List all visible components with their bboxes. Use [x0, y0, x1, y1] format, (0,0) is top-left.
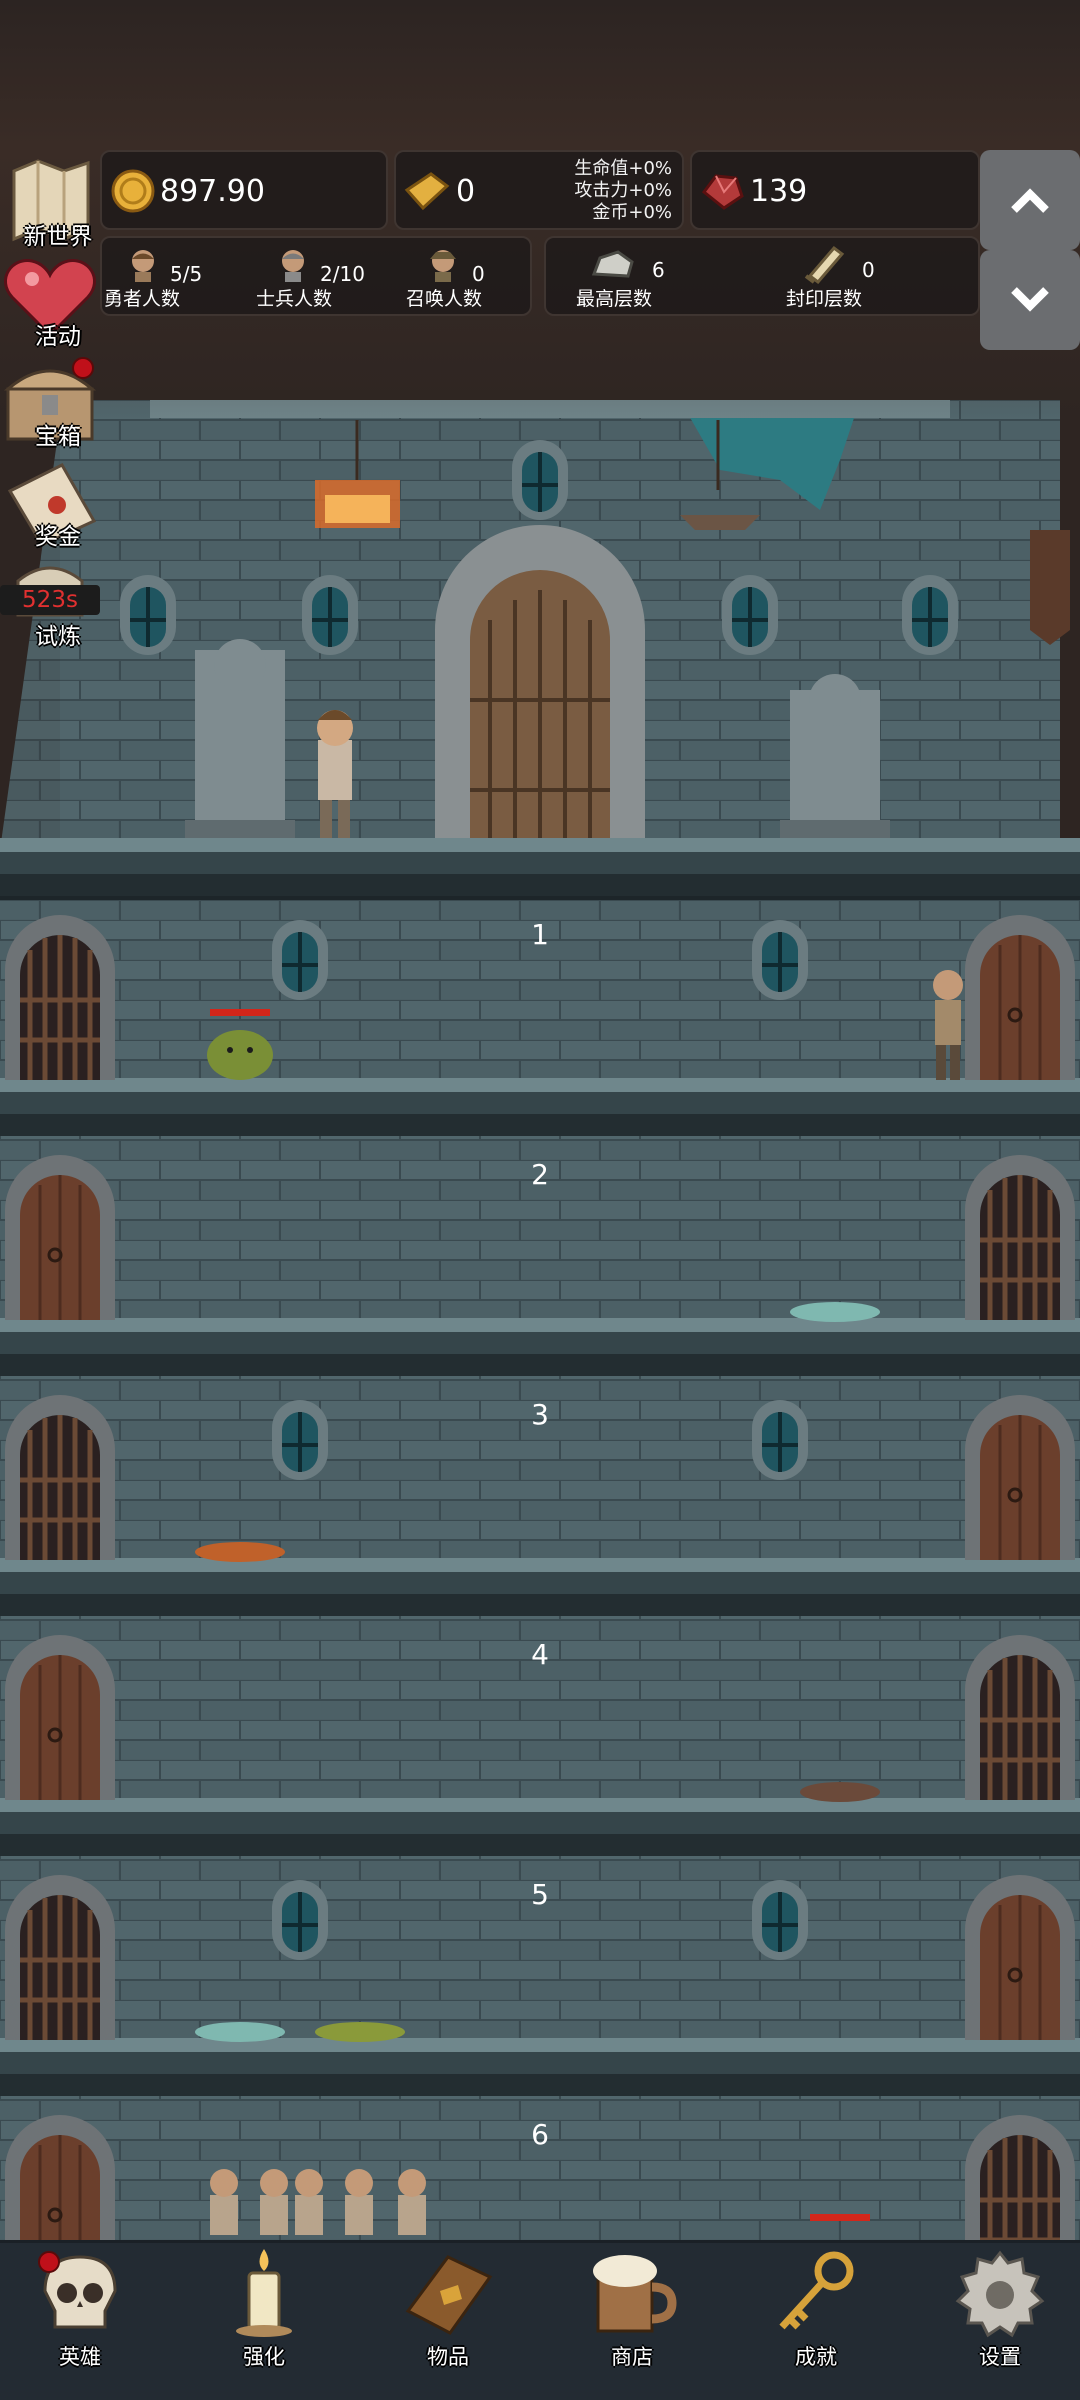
scroll-icon — [804, 245, 845, 284]
heroes-alert-dot — [38, 2251, 60, 2273]
gold-bar-amount: 0 — [456, 174, 476, 209]
floor-number-5: 5 — [531, 1878, 549, 1911]
summon-count-label: 召唤人数 — [406, 288, 483, 310]
trial-timer-badge: 523s — [0, 585, 100, 615]
gem-panel: 139 — [690, 150, 980, 230]
sealed-floors-label: 封印层数 — [786, 288, 863, 310]
menu-chest[interactable]: 宝箱 — [0, 355, 105, 450]
floor-number-4: 4 — [531, 1638, 549, 1671]
scroll-down-button[interactable] — [980, 250, 1080, 350]
soldier-count: 2/10 — [320, 262, 365, 286]
candle-icon — [236, 2249, 292, 2337]
beer-mug-icon — [593, 2255, 677, 2333]
bonus-attack: 攻击力+0% — [574, 180, 672, 201]
sealed-floors: 0 — [862, 258, 875, 282]
bonus-gold: 金币+0% — [592, 202, 672, 223]
rock-icon — [591, 250, 634, 278]
gold-coin-icon — [111, 169, 155, 213]
book-icon — [405, 2255, 493, 2335]
nav-items-label: 物品 — [427, 2345, 469, 2369]
menu-events-label: 活动 — [35, 324, 81, 350]
gold-amount: 897.90 — [160, 174, 265, 209]
nav-items[interactable]: 物品 — [378, 2243, 518, 2400]
summon-head-icon — [430, 250, 456, 282]
scroll-up-button[interactable] — [980, 150, 1080, 250]
highest-floor-label: 最高层数 — [576, 288, 653, 310]
menu-new-world[interactable]: 新世界 — [0, 155, 105, 250]
summon-count: 0 — [472, 262, 485, 286]
bonus-stats: 生命值+0% 攻击力+0% 金币+0% — [574, 158, 672, 224]
gem-amount: 139 — [750, 174, 808, 209]
menu-bonus-label: 奖金 — [35, 524, 81, 550]
bottom-nav: 英雄 强化 物品 商店 成就 设置 — [0, 2240, 1080, 2400]
soldier-count-label: 士兵人数 — [256, 288, 333, 310]
red-gem-icon — [701, 174, 744, 210]
trial-timer: 523s — [22, 587, 78, 613]
nav-achievements[interactable]: 成就 — [746, 2243, 886, 2400]
chest-alert-dot — [72, 357, 94, 379]
floor-number-3: 3 — [531, 1398, 549, 1431]
nav-heroes[interactable]: 英雄 — [10, 2243, 150, 2400]
dungeon-scene — [0, 0, 1080, 2400]
highest-floor: 6 — [652, 258, 665, 282]
nav-settings[interactable]: 设置 — [930, 2243, 1070, 2400]
nav-shop-label: 商店 — [611, 2345, 653, 2369]
gold-bar-panel: 0 生命值+0% 攻击力+0% 金币+0% — [394, 150, 684, 230]
nav-shop[interactable]: 商店 — [562, 2243, 702, 2400]
gear-icon — [955, 2250, 1045, 2338]
menu-chest-label: 宝箱 — [35, 424, 81, 450]
floor-number-1: 1 — [531, 918, 549, 951]
hero-count: 5/5 — [170, 262, 203, 286]
hero-head-icon — [132, 250, 154, 282]
nav-enhance-label: 强化 — [243, 2345, 285, 2369]
gold-bar-icon — [404, 172, 450, 211]
menu-bonus[interactable]: 奖金 — [0, 455, 105, 550]
floor-number-2: 2 — [531, 1158, 549, 1191]
floor-number-6: 6 — [531, 2118, 549, 2151]
bonus-hp: 生命值+0% — [574, 158, 672, 179]
floor-stats-panel: 6 最高层数 0 封印层数 — [544, 236, 980, 316]
menu-new-world-label: 新世界 — [23, 224, 93, 250]
unit-counts-panel: 5/5 勇者人数 2/10 士兵人数 0 召唤人数 — [100, 236, 532, 316]
key-icon — [779, 2251, 854, 2330]
nav-enhance[interactable]: 强化 — [194, 2243, 334, 2400]
hero-count-label: 勇者人数 — [104, 288, 181, 310]
gold-panel: 897.90 — [100, 150, 388, 230]
soldier-head-icon — [282, 250, 304, 282]
chevron-up-icon — [1011, 188, 1049, 213]
menu-trial-label: 试炼 — [35, 624, 81, 650]
menu-events[interactable]: 活动 — [0, 255, 105, 350]
nav-heroes-label: 英雄 — [59, 2345, 101, 2369]
nav-settings-label: 设置 — [979, 2345, 1021, 2369]
nav-achievements-label: 成就 — [795, 2345, 837, 2369]
chevron-down-icon — [1011, 287, 1049, 312]
menu-trial[interactable]: 523s 试炼 — [0, 555, 105, 650]
